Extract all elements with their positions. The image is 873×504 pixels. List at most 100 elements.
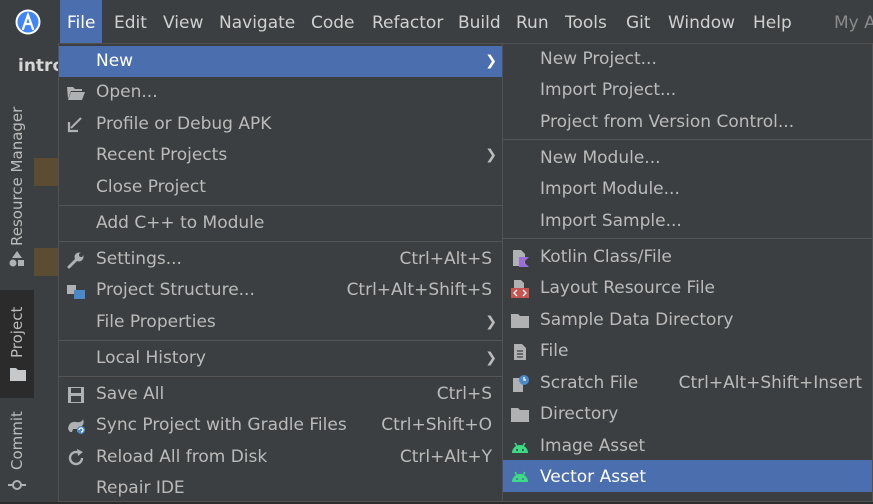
- project-tree-highlight: [34, 248, 60, 276]
- menu-git[interactable]: Git: [619, 0, 658, 45]
- menu-item-file-properties[interactable]: File Properties ❯: [59, 307, 502, 338]
- submenu-item-new-project-label: New Project...: [540, 49, 657, 69]
- submenu-item-new-module[interactable]: New Module...: [503, 143, 872, 174]
- submenu-item-kotlin-class-label: Kotlin Class/File: [540, 247, 672, 267]
- submenu-item-file-label: File: [540, 341, 569, 361]
- menu-help[interactable]: Help: [746, 0, 799, 45]
- folder-icon: [511, 408, 529, 422]
- file-menu-dropdown: New ❯ Open... Profile or Debug APK Recen…: [58, 43, 503, 502]
- menu-refactor[interactable]: Refactor: [365, 0, 450, 45]
- menu-item-recent-projects[interactable]: Recent Projects ❯: [59, 140, 502, 171]
- menu-item-add-cpp[interactable]: Add C++ to Module: [59, 208, 502, 239]
- submenu-item-layout-resource[interactable]: Layout Resource File: [503, 273, 872, 304]
- submenu-item-import-sample[interactable]: Import Sample...: [503, 206, 872, 237]
- folder-icon: [10, 368, 26, 381]
- menu-item-local-history-label: Local History: [96, 348, 206, 368]
- submenu-item-new-module-label: New Module...: [540, 148, 661, 168]
- menu-item-add-cpp-label: Add C++ to Module: [96, 213, 265, 233]
- save-icon: [68, 387, 84, 403]
- project-tree-highlight: [34, 158, 60, 186]
- submenu-item-file[interactable]: File: [503, 336, 872, 367]
- menu-window[interactable]: Window: [661, 0, 742, 45]
- menu-view[interactable]: View: [156, 0, 210, 45]
- wrench-icon: [67, 252, 84, 269]
- submenu-item-directory-label: Directory: [540, 404, 619, 424]
- submenu-item-scratch-file[interactable]: Scratch File Ctrl+Alt+Shift+Insert: [503, 368, 872, 399]
- submenu-item-import-module[interactable]: Import Module...: [503, 174, 872, 205]
- submenu-item-kotlin-class[interactable]: Kotlin Class/File: [503, 242, 872, 273]
- resource-manager-icon: [9, 251, 24, 267]
- submenu-item-vector-asset[interactable]: Vector Asset: [503, 460, 872, 492]
- menu-item-settings-shortcut: Ctrl+Alt+S: [399, 249, 492, 269]
- submenu-item-new-project[interactable]: New Project...: [503, 44, 872, 75]
- left-tool-window-bar: Resource Manager Project Commit: [0, 88, 35, 502]
- menu-item-open-label: Open...: [96, 82, 158, 102]
- submenu-item-vector-asset-label: Vector Asset: [540, 467, 647, 487]
- submenu-item-import-project-label: Import Project...: [540, 80, 677, 100]
- submenu-item-directory[interactable]: Directory: [503, 399, 872, 430]
- menu-item-reload-disk-shortcut: Ctrl+Alt+Y: [399, 447, 492, 467]
- menu-navigate[interactable]: Navigate: [212, 0, 302, 45]
- submenu-item-project-vcs-label: Project from Version Control...: [540, 112, 795, 132]
- main-menu-bar: File Edit View Navigate Code Refactor Bu…: [0, 0, 873, 45]
- submenu-item-image-asset[interactable]: Image Asset: [503, 431, 872, 462]
- menu-item-sync-gradle[interactable]: Sync Project with Gradle Files Ctrl+Shif…: [59, 410, 502, 441]
- tab-resource-manager[interactable]: Resource Manager: [0, 88, 34, 288]
- menu-separator: [59, 376, 502, 377]
- submenu-item-scratch-file-shortcut: Ctrl+Alt+Shift+Insert: [678, 373, 862, 393]
- menu-separator: [59, 241, 502, 242]
- folder-icon: [511, 314, 529, 328]
- menu-file[interactable]: File: [60, 0, 103, 45]
- submenu-item-import-module-label: Import Module...: [540, 179, 680, 199]
- menu-item-project-structure-shortcut: Ctrl+Alt+Shift+S: [346, 280, 492, 300]
- menu-build[interactable]: Build: [451, 0, 508, 45]
- menu-tools[interactable]: Tools: [558, 0, 614, 45]
- menu-item-file-properties-label: File Properties: [96, 312, 216, 332]
- menu-item-local-history[interactable]: Local History ❯: [59, 343, 502, 374]
- menu-item-project-structure[interactable]: Project Structure... Ctrl+Alt+Shift+S: [59, 275, 502, 306]
- menu-separator: [59, 340, 502, 341]
- menu-item-save-all[interactable]: Save All Ctrl+S: [59, 379, 502, 410]
- submenu-arrow-icon: ❯: [485, 53, 497, 69]
- submenu-item-import-project[interactable]: Import Project...: [503, 75, 872, 106]
- window-title: My A: [834, 13, 873, 33]
- menu-item-sync-gradle-label: Sync Project with Gradle Files: [96, 415, 347, 435]
- menu-item-repair-ide-label: Repair IDE: [96, 478, 185, 498]
- menu-item-settings-label: Settings...: [96, 249, 182, 269]
- menu-run[interactable]: Run: [509, 0, 556, 45]
- submenu-item-project-vcs[interactable]: Project from Version Control...: [503, 107, 872, 138]
- reload-icon: [68, 449, 84, 466]
- tab-commit[interactable]: Commit: [0, 406, 34, 502]
- menu-item-save-all-shortcut: Ctrl+S: [436, 384, 492, 404]
- menu-item-reload-disk[interactable]: Reload All from Disk Ctrl+Alt+Y: [59, 442, 502, 473]
- tab-resource-manager-label: Resource Manager: [8, 106, 26, 246]
- submenu-item-image-asset-label: Image Asset: [540, 436, 646, 456]
- submenu-arrow-icon: ❯: [485, 350, 497, 366]
- commit-icon: [8, 480, 26, 490]
- menu-code[interactable]: Code: [304, 0, 362, 45]
- android-studio-logo-icon[interactable]: [15, 9, 41, 35]
- menu-item-open[interactable]: Open...: [59, 77, 502, 108]
- menu-item-new[interactable]: New ❯: [59, 46, 502, 77]
- tab-commit-label: Commit: [8, 411, 26, 470]
- menu-separator: [503, 238, 872, 239]
- new-submenu-dropdown: New Project... Import Project... Project…: [502, 43, 873, 502]
- project-structure-icon: [67, 285, 85, 299]
- menu-item-profile-debug[interactable]: Profile or Debug APK: [59, 109, 502, 140]
- tab-project[interactable]: Project: [0, 290, 34, 398]
- menu-item-close-project[interactable]: Close Project: [59, 172, 502, 203]
- menu-item-reload-disk-label: Reload All from Disk: [96, 447, 268, 467]
- menu-item-settings[interactable]: Settings... Ctrl+Alt+S: [59, 244, 502, 275]
- gradle-sync-icon: [68, 419, 85, 434]
- menu-edit[interactable]: Edit: [107, 0, 154, 45]
- submenu-item-scratch-file-label: Scratch File: [540, 373, 639, 393]
- menu-item-recent-projects-label: Recent Projects: [96, 145, 228, 165]
- open-folder-icon: [67, 87, 85, 100]
- menu-item-new-label: New: [96, 51, 134, 71]
- submenu-item-sample-data-dir[interactable]: Sample Data Directory: [503, 305, 872, 336]
- layout-xml-icon: [511, 280, 529, 298]
- menu-separator: [503, 139, 872, 140]
- menu-item-repair-ide[interactable]: Repair IDE: [59, 473, 502, 504]
- scratch-file-icon: [513, 375, 529, 392]
- submenu-arrow-icon: ❯: [485, 147, 497, 163]
